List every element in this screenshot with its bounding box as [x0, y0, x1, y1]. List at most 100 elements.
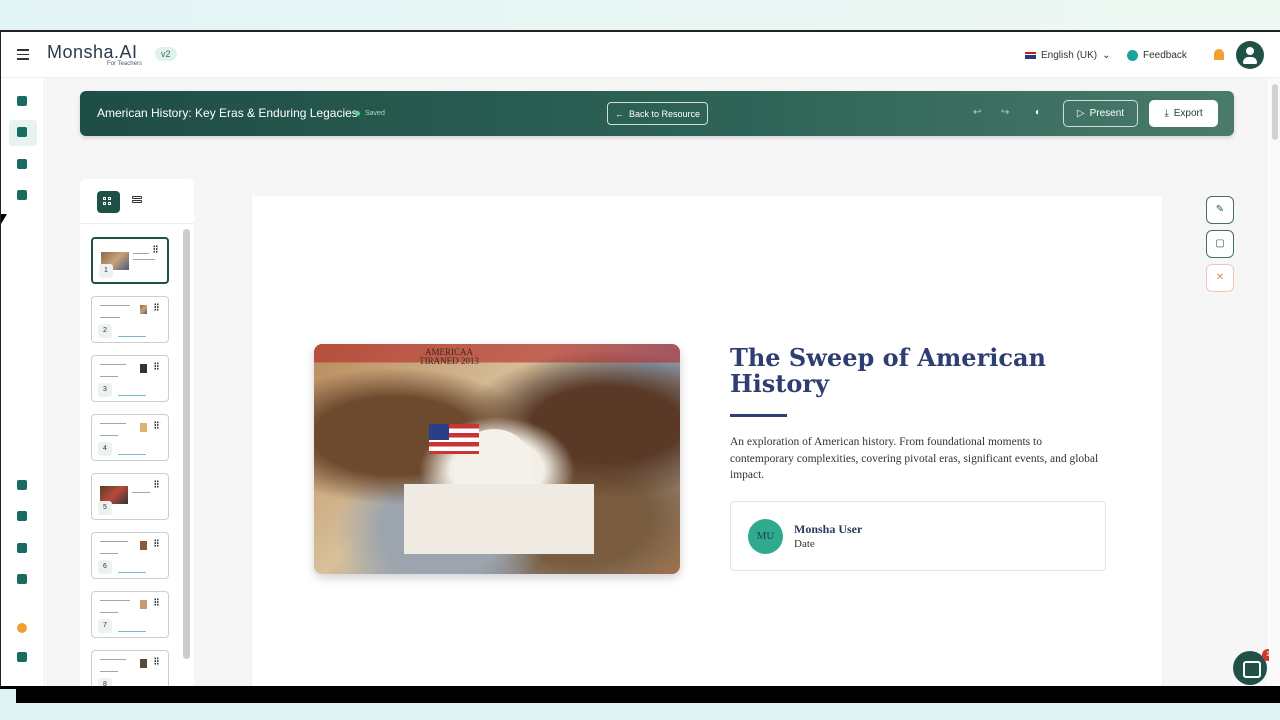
author-date[interactable]: Date: [794, 538, 815, 550]
drag-handle-icon[interactable]: [154, 598, 159, 606]
building-icon[interactable]: [15, 478, 29, 492]
grid-view-icon[interactable]: [97, 191, 120, 213]
hamburger-menu-icon[interactable]: [17, 49, 29, 60]
thumbnail-line: [118, 336, 146, 337]
drag-handle-icon[interactable]: [154, 362, 159, 370]
arrow-left-icon: ←: [614, 108, 624, 119]
slide-number: 2: [98, 324, 112, 338]
thumbnail-image: [140, 541, 147, 550]
author-name[interactable]: Monsha User: [794, 522, 862, 537]
home-icon[interactable]: [15, 94, 29, 108]
thumbnail-line: [100, 423, 126, 424]
drag-handle-icon[interactable]: [154, 539, 159, 547]
slide-canvas[interactable]: AMERICAA TIRANED 2013 The Sweep of Ameri…: [252, 196, 1162, 688]
slide-thumbnail[interactable]: 5: [91, 473, 169, 520]
thumbnail-line: [118, 572, 146, 573]
slide-thumbnail[interactable]: 6: [91, 532, 169, 579]
apps-grid-icon[interactable]: [15, 188, 29, 202]
slide-description[interactable]: An exploration of American history. From…: [730, 434, 1105, 484]
note-icon[interactable]: ▢: [1206, 230, 1234, 258]
american-flag: [429, 424, 479, 454]
back-label: Back to Resource: [628, 108, 701, 119]
drag-handle-icon[interactable]: [154, 657, 159, 665]
drag-handle-icon[interactable]: [154, 303, 159, 311]
feedback-label: Feedback: [1143, 50, 1187, 61]
thumbnail-line: [132, 492, 150, 493]
page-scrollbar[interactable]: [1269, 78, 1280, 688]
thumbnail-line: [100, 435, 118, 436]
author-card[interactable]: MU Monsha User Date: [730, 501, 1106, 571]
language-selector[interactable]: English (UK) ⌄: [1025, 50, 1111, 61]
thumbnail-image: [140, 659, 147, 668]
title-underline: [730, 414, 787, 417]
bookmark-icon[interactable]: [15, 509, 29, 523]
thumbnail-image: [140, 305, 147, 314]
page-scroll-thumb[interactable]: [1272, 84, 1278, 140]
slide-thumbnail[interactable]: 1: [91, 237, 169, 284]
thumbnail-line: [100, 541, 128, 542]
thumbnail-line: [118, 631, 146, 632]
editor-main: American History: Key Eras & Enduring Le…: [46, 78, 1274, 688]
thumbnail-line: [100, 600, 130, 601]
info-icon[interactable]: [15, 541, 29, 555]
panel-divider: [80, 223, 194, 224]
language-label: English (UK): [1041, 50, 1098, 61]
redo-icon[interactable]: ↪: [1001, 108, 1011, 118]
notification-bell-icon[interactable]: [1214, 49, 1224, 60]
slide-thumbnail[interactable]: 8: [91, 650, 169, 688]
export-button[interactable]: ⤓ Export: [1149, 100, 1218, 127]
history-clock-icon[interactable]: [15, 621, 29, 635]
ai-edit-wand-icon[interactable]: ✎: [1206, 196, 1234, 224]
back-to-resource-button[interactable]: ← Back to Resource: [607, 102, 708, 125]
slide-thumbnail[interactable]: 3: [91, 355, 169, 402]
thumbnail-line: [100, 317, 120, 318]
present-label: Present: [1089, 108, 1125, 119]
document-title[interactable]: American History: Key Eras & Enduring Le…: [97, 106, 358, 120]
thumbnail-line: [133, 253, 149, 254]
feedback-icon: [1127, 50, 1138, 61]
download-icon: ⤓: [1164, 108, 1169, 119]
thumbnail-line: [100, 553, 118, 554]
left-sidebar: [1, 78, 45, 688]
slides-panel: 1 2 3 4 5 6 7 8: [80, 179, 194, 688]
undo-icon[interactable]: ↩: [973, 108, 983, 118]
thumbnail-image: [140, 600, 147, 609]
thumbnail-image: [140, 423, 147, 432]
slide-thumbnail[interactable]: 2: [91, 296, 169, 343]
list-view-icon[interactable]: [132, 196, 142, 206]
version-badge: v2: [155, 47, 177, 61]
export-label: Export: [1173, 108, 1203, 119]
thumbnail-line: [100, 659, 126, 660]
slide-number: 6: [98, 560, 112, 574]
present-button[interactable]: ▷ Present: [1063, 100, 1138, 127]
courses-cap-icon[interactable]: [15, 157, 29, 171]
editor-toolbar: American History: Key Eras & Enduring Le…: [80, 91, 1234, 136]
drag-handle-icon[interactable]: [153, 245, 158, 253]
top-header: Monsha.AI For Teachers v2 English (UK) ⌄…: [1, 32, 1280, 78]
saved-label: Saved: [365, 110, 385, 117]
rocket-icon[interactable]: [15, 650, 29, 664]
slide-number: 1: [99, 264, 113, 278]
user-avatar[interactable]: [1236, 41, 1264, 69]
author-initials-avatar: MU: [748, 519, 783, 554]
slide-number: 3: [98, 383, 112, 397]
drag-handle-icon[interactable]: [154, 421, 159, 429]
settings-gear-icon[interactable]: [15, 572, 29, 586]
brand-name: Monsha.AI: [47, 42, 138, 62]
feedback-button[interactable]: Feedback: [1127, 50, 1187, 61]
thumbnail-line: [118, 395, 146, 396]
slide-hero-image[interactable]: AMERICAA TIRANED 2013: [314, 344, 680, 574]
slide-title[interactable]: The Sweep of American History: [730, 345, 1060, 397]
thumbnail-line: [100, 671, 118, 672]
palette-icon[interactable]: ◐: [1035, 108, 1045, 118]
thumbnail-line: [100, 376, 118, 377]
drag-handle-icon[interactable]: [154, 480, 159, 488]
tools-wand-icon[interactable]: [9, 120, 37, 146]
slide-thumbnail[interactable]: 7: [91, 591, 169, 638]
delete-trash-icon[interactable]: ✕: [1206, 264, 1234, 292]
mouse-cursor: [1, 214, 7, 224]
play-icon: ▷: [1076, 108, 1085, 119]
logo[interactable]: Monsha.AI For Teachers: [47, 42, 142, 67]
slide-thumbnail[interactable]: 4: [91, 414, 169, 461]
panel-scrollbar[interactable]: [183, 229, 190, 659]
